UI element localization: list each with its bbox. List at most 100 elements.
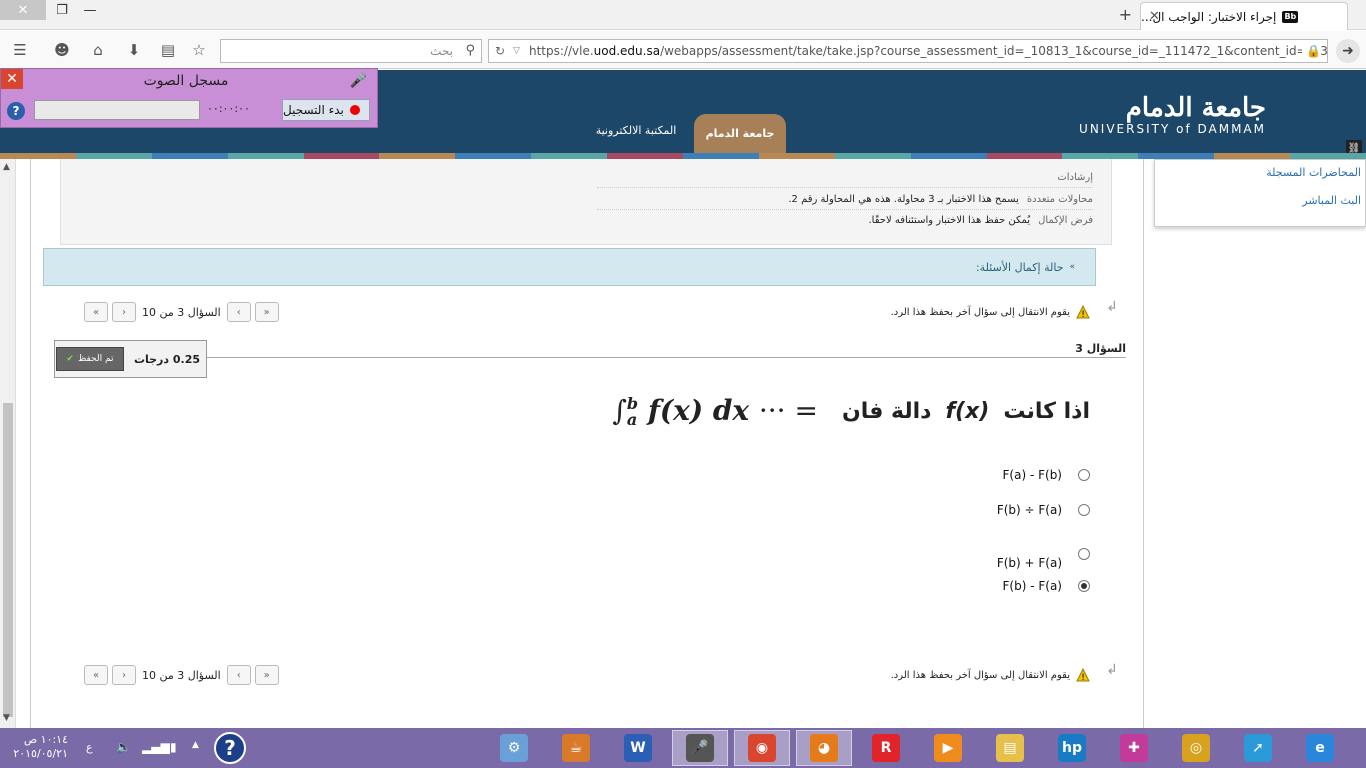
download-icon[interactable]: ⬇: [124, 40, 144, 60]
tray-expand-icon[interactable]: ▲: [192, 740, 199, 750]
window-close-button[interactable]: ✕: [0, 0, 46, 20]
question-text-if: اذا كانت: [1003, 398, 1090, 424]
svg-text:!: !: [1081, 673, 1085, 682]
browser-tab[interactable]: Bb إجراء الاختبار: الواجب ال... ✕: [1140, 2, 1348, 30]
firefox-icon: ◕: [810, 734, 838, 762]
reload-icon[interactable]: ↻: [495, 40, 505, 62]
recorder-close-icon[interactable]: ✕: [1, 69, 23, 89]
formula-rhs: ··· =: [758, 393, 818, 427]
taskbar-app[interactable]: ⚙: [486, 730, 542, 766]
help-app-icon[interactable]: ?: [214, 732, 246, 764]
taskbar-app[interactable]: ➚: [1230, 730, 1286, 766]
record-dot-icon: [349, 105, 360, 115]
battery-icon[interactable]: ▮: [170, 740, 177, 754]
answer-option[interactable]: F(a) - F(b): [1003, 468, 1090, 482]
question-fx: f(x): [945, 398, 990, 424]
language-indicator[interactable]: ع: [86, 741, 93, 754]
first-question-button[interactable]: »: [254, 665, 279, 685]
option-radio[interactable]: [1078, 548, 1090, 560]
last-question-button[interactable]: «: [84, 665, 108, 685]
new-tab-icon[interactable]: +: [1119, 5, 1132, 24]
taskbar-app[interactable]: ◕: [796, 730, 852, 766]
question-points: 0.25 درجات: [133, 352, 200, 366]
next-question-button[interactable]: ›: [112, 302, 136, 322]
option-radio[interactable]: [1078, 504, 1090, 516]
taskbar-app[interactable]: ✚: [1106, 730, 1162, 766]
window-minimize-button[interactable]: —: [78, 0, 102, 20]
signal-icon[interactable]: ▂▄▆: [142, 740, 170, 754]
test-info-panel: إرشادات محاولات متعددة يسمح هذا الاختبار…: [60, 159, 1112, 245]
taskbar-clock[interactable]: ١٠:١٤ ص ٢٠١٥/٠٥/٢١: [12, 733, 68, 761]
question-pager-top: « › السؤال 3 من 10 ‹ »: [84, 302, 283, 322]
recorder-app-icon: R: [872, 734, 900, 762]
vertical-scrollbar[interactable]: ▲ ▼: [0, 159, 16, 728]
saved-button[interactable]: تم الحفظ ✔: [55, 347, 124, 371]
tab-close-icon[interactable]: ✕: [1149, 9, 1160, 24]
next-question-button[interactable]: ›: [112, 665, 136, 685]
smiley-icon[interactable]: ☻: [52, 40, 72, 60]
save-warning-bottom: ↲ ! يقوم الانتقال إلى سؤال آخر بحفظ هذا …: [890, 662, 1118, 682]
option-radio[interactable]: [1078, 469, 1090, 481]
taskbar-app[interactable]: ▶: [920, 730, 976, 766]
help-icon[interactable]: ?: [7, 102, 25, 120]
windows-taskbar: ١٠:١٤ ص ٢٠١٥/٠٥/٢١ ع 🔈 ▂▄▆ ▮ ▲ ? ⚙ ☕ W 🎤 ◉ ◕ R…: [0, 728, 1366, 768]
answer-option[interactable]: F(b) + F(a): [997, 538, 1090, 570]
lock-icon: 🔒: [1302, 40, 1321, 62]
prev-question-button[interactable]: ‹: [226, 665, 251, 685]
last-question-button[interactable]: «: [84, 302, 108, 322]
scroll-up-icon[interactable]: ▲: [3, 162, 10, 172]
url-path: /webapps/assessment/take/take.jsp?course…: [660, 44, 1328, 58]
option-label: F(a) - F(b): [1002, 468, 1062, 482]
prev-question-button[interactable]: ‹: [226, 302, 251, 322]
question-completion-status[interactable]: » حالة إكمال الأسئلة:: [43, 248, 1096, 286]
scrollbar-thumb[interactable]: [3, 403, 13, 717]
question-text: ∫ b a f(x) dx ··· = دالة فان f(x) اذا كانت: [612, 386, 1090, 436]
search-input[interactable]: ⚲ بحث: [220, 39, 482, 63]
tab-title: إجراء الاختبار: الواجب ال...: [1141, 9, 1277, 24]
taskbar-app[interactable]: ☕: [548, 730, 604, 766]
blackboard-favicon-icon: Bb: [1282, 10, 1299, 23]
start-recording-label: بدء التسجيل: [283, 103, 344, 117]
option-label: F(b) - F(a): [1002, 579, 1062, 593]
dropdown-icon[interactable]: ▽: [513, 40, 520, 62]
taskbar-app[interactable]: ◎: [1168, 730, 1224, 766]
go-arrow-icon[interactable]: ➜: [1336, 39, 1360, 63]
recorded-lectures-link[interactable]: المحاضرات المسجلة: [1266, 166, 1361, 179]
taskbar-app[interactable]: ◉: [734, 730, 790, 766]
checkmark-icon: ✔: [66, 354, 74, 364]
first-question-button[interactable]: »: [254, 302, 279, 322]
home-icon[interactable]: ⌂: [88, 40, 108, 60]
info-row-attempts: محاولات متعددة يسمح هذا الاختبار بـ 3 مح…: [597, 189, 1093, 210]
recorder-time: ٠٠:٠٠:٠٠: [207, 102, 250, 115]
taskbar-app[interactable]: hp: [1044, 730, 1100, 766]
taskbar-app[interactable]: 🎤: [672, 730, 728, 766]
university-logo[interactable]: جامعة الدمام UNIVERSITY of DAMMAM: [1079, 94, 1266, 136]
menu-icon[interactable]: ☰: [10, 40, 30, 60]
clock-time: ١٠:١٤ ص: [23, 733, 68, 746]
url-bar[interactable]: ↻ ▽ https://vle.uod.edu.sa/webapps/asses…: [488, 39, 1328, 63]
star-icon[interactable]: ☆: [189, 40, 209, 60]
progress-label: حالة إكمال الأسئلة:: [975, 260, 1064, 274]
recorder-level-bar: [34, 100, 200, 120]
pager-text: السؤال 3 من 10: [142, 305, 221, 319]
window-restore-button[interactable]: ❐: [50, 0, 74, 20]
clipboard-icon[interactable]: ▤: [158, 40, 178, 60]
option-radio-selected[interactable]: [1078, 580, 1090, 592]
tab-university[interactable]: جامعة الدمام: [694, 114, 786, 153]
saved-label: تم الحفظ: [77, 354, 114, 364]
pager-text: السؤال 3 من 10: [142, 668, 221, 682]
taskbar-app[interactable]: ▤: [982, 730, 1038, 766]
taskbar-app[interactable]: R: [858, 730, 914, 766]
answer-option[interactable]: F(b) - F(a): [1003, 579, 1090, 593]
scroll-down-icon[interactable]: ▼: [3, 713, 10, 723]
volume-icon[interactable]: 🔈: [116, 740, 131, 754]
browser-nav-bar: ☰ ☻ ⌂ ⬇ ▤ ☆ ⚲ بحث ↻ ▽ https://vle.uod.ed…: [0, 31, 1366, 69]
browser-tab-bar: ✕ ❐ — + Bb إجراء الاختبار: الواجب ال... …: [0, 0, 1366, 30]
taskbar-app[interactable]: W: [610, 730, 666, 766]
answer-option[interactable]: F(b) ÷ F(a): [997, 503, 1090, 517]
tab-library[interactable]: المكتبة الالكترونية: [586, 124, 686, 137]
warning-text: يقوم الانتقال إلى سؤال آخر بحفظ هذا الرد…: [890, 669, 1070, 681]
live-stream-link[interactable]: البث المباشر: [1302, 194, 1361, 207]
taskbar-app[interactable]: e: [1292, 730, 1348, 766]
start-recording-button[interactable]: بدء التسجيل: [282, 99, 370, 121]
